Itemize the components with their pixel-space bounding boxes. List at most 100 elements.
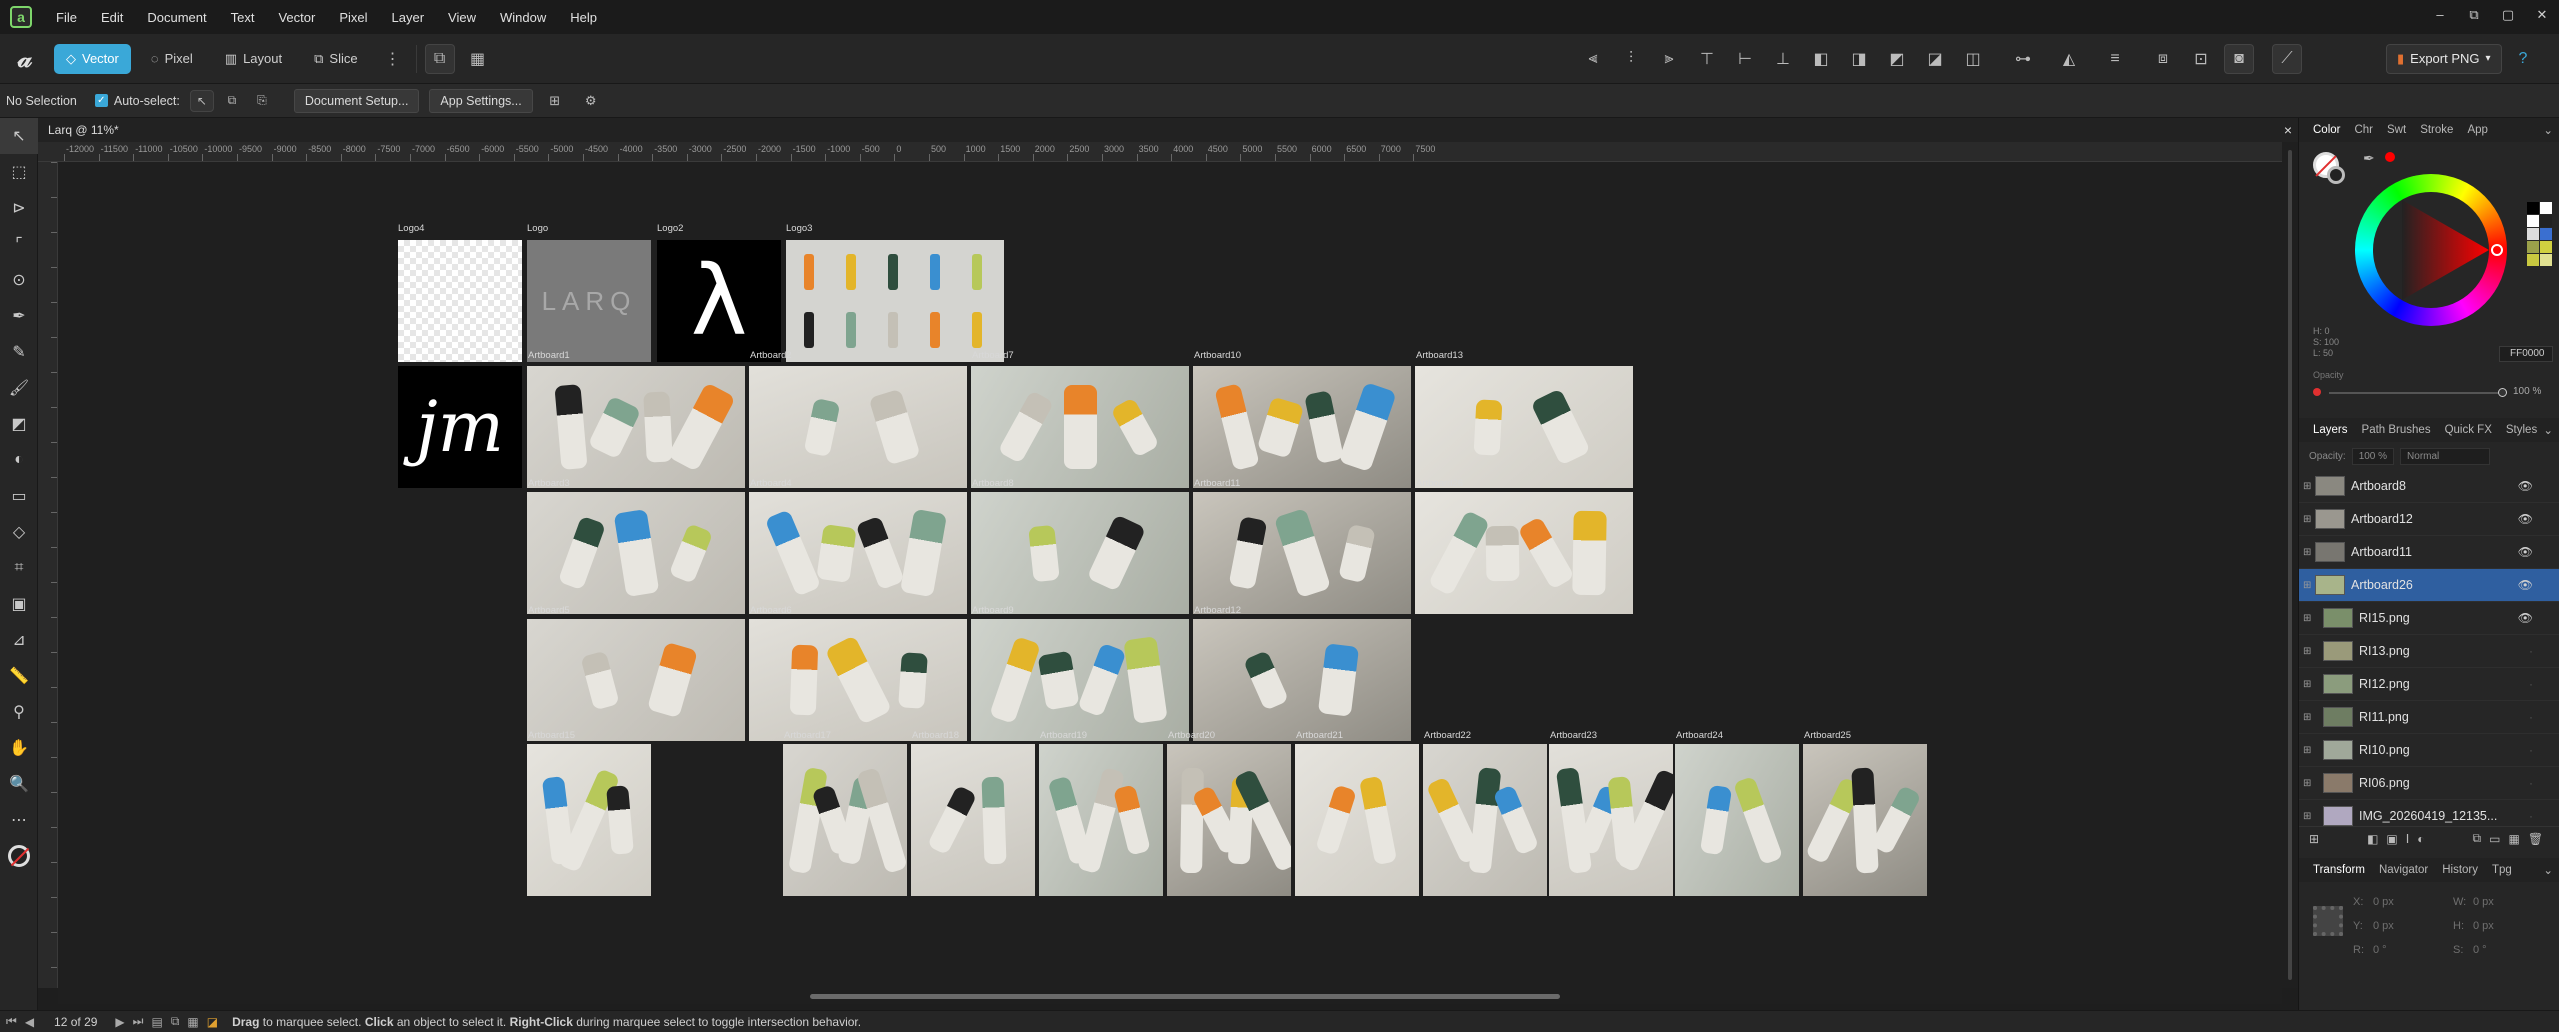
artboard-artboard20[interactable] xyxy=(1167,744,1291,896)
boolean-xor-icon[interactable]: ◪ xyxy=(1920,44,1950,74)
artboard-artboard10[interactable] xyxy=(1193,366,1411,488)
artboard-artboard3[interactable] xyxy=(527,492,745,614)
stroke-swatch-icon[interactable] xyxy=(2327,166,2345,184)
autoselect-checkbox[interactable]: ✓ xyxy=(94,94,108,107)
color-triangle[interactable] xyxy=(2355,174,2507,326)
panel-collapse-icon[interactable]: ⌄ xyxy=(2543,423,2553,437)
tab-app[interactable]: App xyxy=(2467,124,2487,136)
menu-vector[interactable]: Vector xyxy=(266,10,327,25)
document-tab[interactable]: Larq @ 11%* × xyxy=(38,118,2298,142)
tab-navigator[interactable]: Navigator xyxy=(2379,864,2428,876)
slice-tool-icon[interactable]: ⊿ xyxy=(0,622,38,658)
y-value[interactable]: 0 px xyxy=(2373,920,2394,932)
fill-stroke-swatch-icon[interactable] xyxy=(0,838,38,874)
visibility-eye-icon[interactable]: 👁 xyxy=(2518,479,2533,493)
artboard-artboard13[interactable] xyxy=(1415,366,1633,488)
visibility-eye-icon[interactable]: · xyxy=(2529,743,2533,757)
visibility-eye-icon[interactable]: · xyxy=(2529,809,2533,823)
hex-input[interactable]: FF0000 xyxy=(2499,346,2553,362)
visibility-eye-icon[interactable]: · xyxy=(2529,776,2533,790)
align-center-icon[interactable]: ⫶ xyxy=(1616,44,1646,74)
move-tool-icon[interactable]: ↖ xyxy=(0,118,38,154)
layer-row[interactable]: ⊞ RI12.png · xyxy=(2299,668,2559,701)
tab-chr[interactable]: Chr xyxy=(2354,124,2373,136)
visibility-eye-icon[interactable]: 👁 xyxy=(2518,545,2533,559)
minimize-icon[interactable]: – xyxy=(2423,0,2457,34)
tab-stroke[interactable]: Stroke xyxy=(2420,124,2453,136)
persona-pixel-button[interactable]: ◌ Pixel xyxy=(139,44,205,74)
menu-layer[interactable]: Layer xyxy=(380,10,437,25)
settings-gear-icon[interactable]: ⚙ xyxy=(579,90,603,112)
measure-tool-icon[interactable]: 📏 xyxy=(0,658,38,694)
artboard-logo4[interactable] xyxy=(398,240,522,362)
artboard-artboard4[interactable] xyxy=(749,492,967,614)
layer-row[interactable]: ⊞ Artboard8 👁 xyxy=(2299,470,2559,503)
arrange-icon[interactable]: ⊶ xyxy=(2008,44,2038,74)
persona-layout-button[interactable]: ▥ Layout xyxy=(213,44,294,74)
zoom-tool-icon[interactable]: 🔍 xyxy=(0,766,38,802)
rectangle-tool-icon[interactable]: ▭ xyxy=(0,478,38,514)
menu-text[interactable]: Text xyxy=(219,10,267,25)
spread-view-icon[interactable]: ⧉ xyxy=(171,1014,180,1029)
swatch-column[interactable] xyxy=(2527,202,2552,266)
add-layer-icon[interactable]: ⧉ xyxy=(2473,831,2482,846)
expand-layer-icon[interactable]: ⊞ xyxy=(2303,811,2311,822)
page-view-icon[interactable]: ▤ xyxy=(151,1015,162,1029)
visibility-eye-icon[interactable]: 👁 xyxy=(2518,578,2533,592)
document-setup-button[interactable]: Document Setup... xyxy=(293,88,420,113)
close-document-icon[interactable]: × xyxy=(2284,122,2292,138)
tab-tpg[interactable]: Tpg xyxy=(2492,864,2512,876)
more-icon[interactable]: ⋮ xyxy=(378,44,408,74)
panel-collapse-icon[interactable]: ⌄ xyxy=(2543,123,2553,137)
grid-view-icon[interactable]: ▦ xyxy=(187,1015,198,1029)
artboard-jm[interactable]: jm xyxy=(398,366,522,488)
insert-target-icon[interactable]: ⊡ xyxy=(2186,44,2216,74)
tab-styles[interactable]: Styles xyxy=(2506,424,2537,436)
menu-view[interactable]: View xyxy=(436,10,488,25)
first-page-icon[interactable]: ⏮ xyxy=(6,1014,17,1029)
horizontal-scrollbar[interactable] xyxy=(58,988,2282,1004)
boolean-divide-icon[interactable]: ◫ xyxy=(1958,44,1988,74)
tab-history[interactable]: History xyxy=(2442,864,2478,876)
next-page-icon[interactable]: ▶ xyxy=(115,1015,124,1029)
snapping-options-icon[interactable]: ⧈ xyxy=(2148,44,2178,74)
artboard-artboard6[interactable] xyxy=(749,619,967,741)
layer-row[interactable]: ⊞ RI15.png 👁 xyxy=(2299,602,2559,635)
export-png-button[interactable]: ▮ Export PNG ▾ xyxy=(2386,43,2502,74)
artboard-logo3[interactable] xyxy=(786,240,1004,362)
maximize-icon[interactable]: ▢ xyxy=(2491,0,2525,34)
expand-layer-icon[interactable]: ⊞ xyxy=(2303,547,2311,558)
visibility-eye-icon[interactable]: 👁 xyxy=(2518,512,2533,526)
artboard-tool-icon[interactable]: ⬚ xyxy=(0,154,38,190)
menu-window[interactable]: Window xyxy=(488,10,558,25)
tab-quick-fx[interactable]: Quick FX xyxy=(2445,424,2492,436)
pen-tool-icon[interactable]: ✒ xyxy=(0,298,38,334)
layer-row[interactable]: ⊞ Artboard26 👁 xyxy=(2299,569,2559,602)
fill-tool-icon[interactable]: ◩ xyxy=(0,406,38,442)
opacity-slider[interactable] xyxy=(2329,388,2507,397)
w-value[interactable]: 0 px xyxy=(2473,896,2494,908)
menu-pixel[interactable]: Pixel xyxy=(327,10,379,25)
align-left-icon[interactable]: ⫷ xyxy=(1578,44,1608,74)
h-value[interactable]: 0 px xyxy=(2473,920,2494,932)
shape-tool-icon[interactable]: ◇ xyxy=(0,514,38,550)
eyedropper-icon[interactable]: ✒ xyxy=(2363,150,2375,167)
grid-view-icon[interactable]: ▦ xyxy=(463,44,493,74)
visibility-eye-icon[interactable]: · xyxy=(2529,710,2533,724)
menu-file[interactable]: File xyxy=(44,10,89,25)
corner-tool-icon[interactable]: ⌜ xyxy=(0,226,38,262)
s-value[interactable]: 0 ° xyxy=(2473,944,2487,956)
grid-setup-icon[interactable]: ⊞ xyxy=(543,90,567,112)
visibility-eye-icon[interactable]: 👁 xyxy=(2518,611,2533,625)
artboard-artboard18[interactable] xyxy=(911,744,1035,896)
x-value[interactable]: 0 px xyxy=(2373,896,2394,908)
align-bottom-icon[interactable]: ⊥ xyxy=(1768,44,1798,74)
snapping-icon[interactable]: ⧉ xyxy=(424,43,455,74)
stroke-width-icon[interactable]: ⟋ xyxy=(2272,43,2302,74)
transparency-tool-icon[interactable]: ◐ xyxy=(0,442,38,478)
select-group-icon[interactable]: ⧉ xyxy=(220,90,244,112)
blend-mode-select[interactable]: Normal xyxy=(2400,447,2491,465)
artboard-artboard8[interactable] xyxy=(971,492,1189,614)
point-transform-tool-icon[interactable]: ⊙ xyxy=(0,262,38,298)
artboard-artboard26[interactable] xyxy=(1415,492,1633,614)
